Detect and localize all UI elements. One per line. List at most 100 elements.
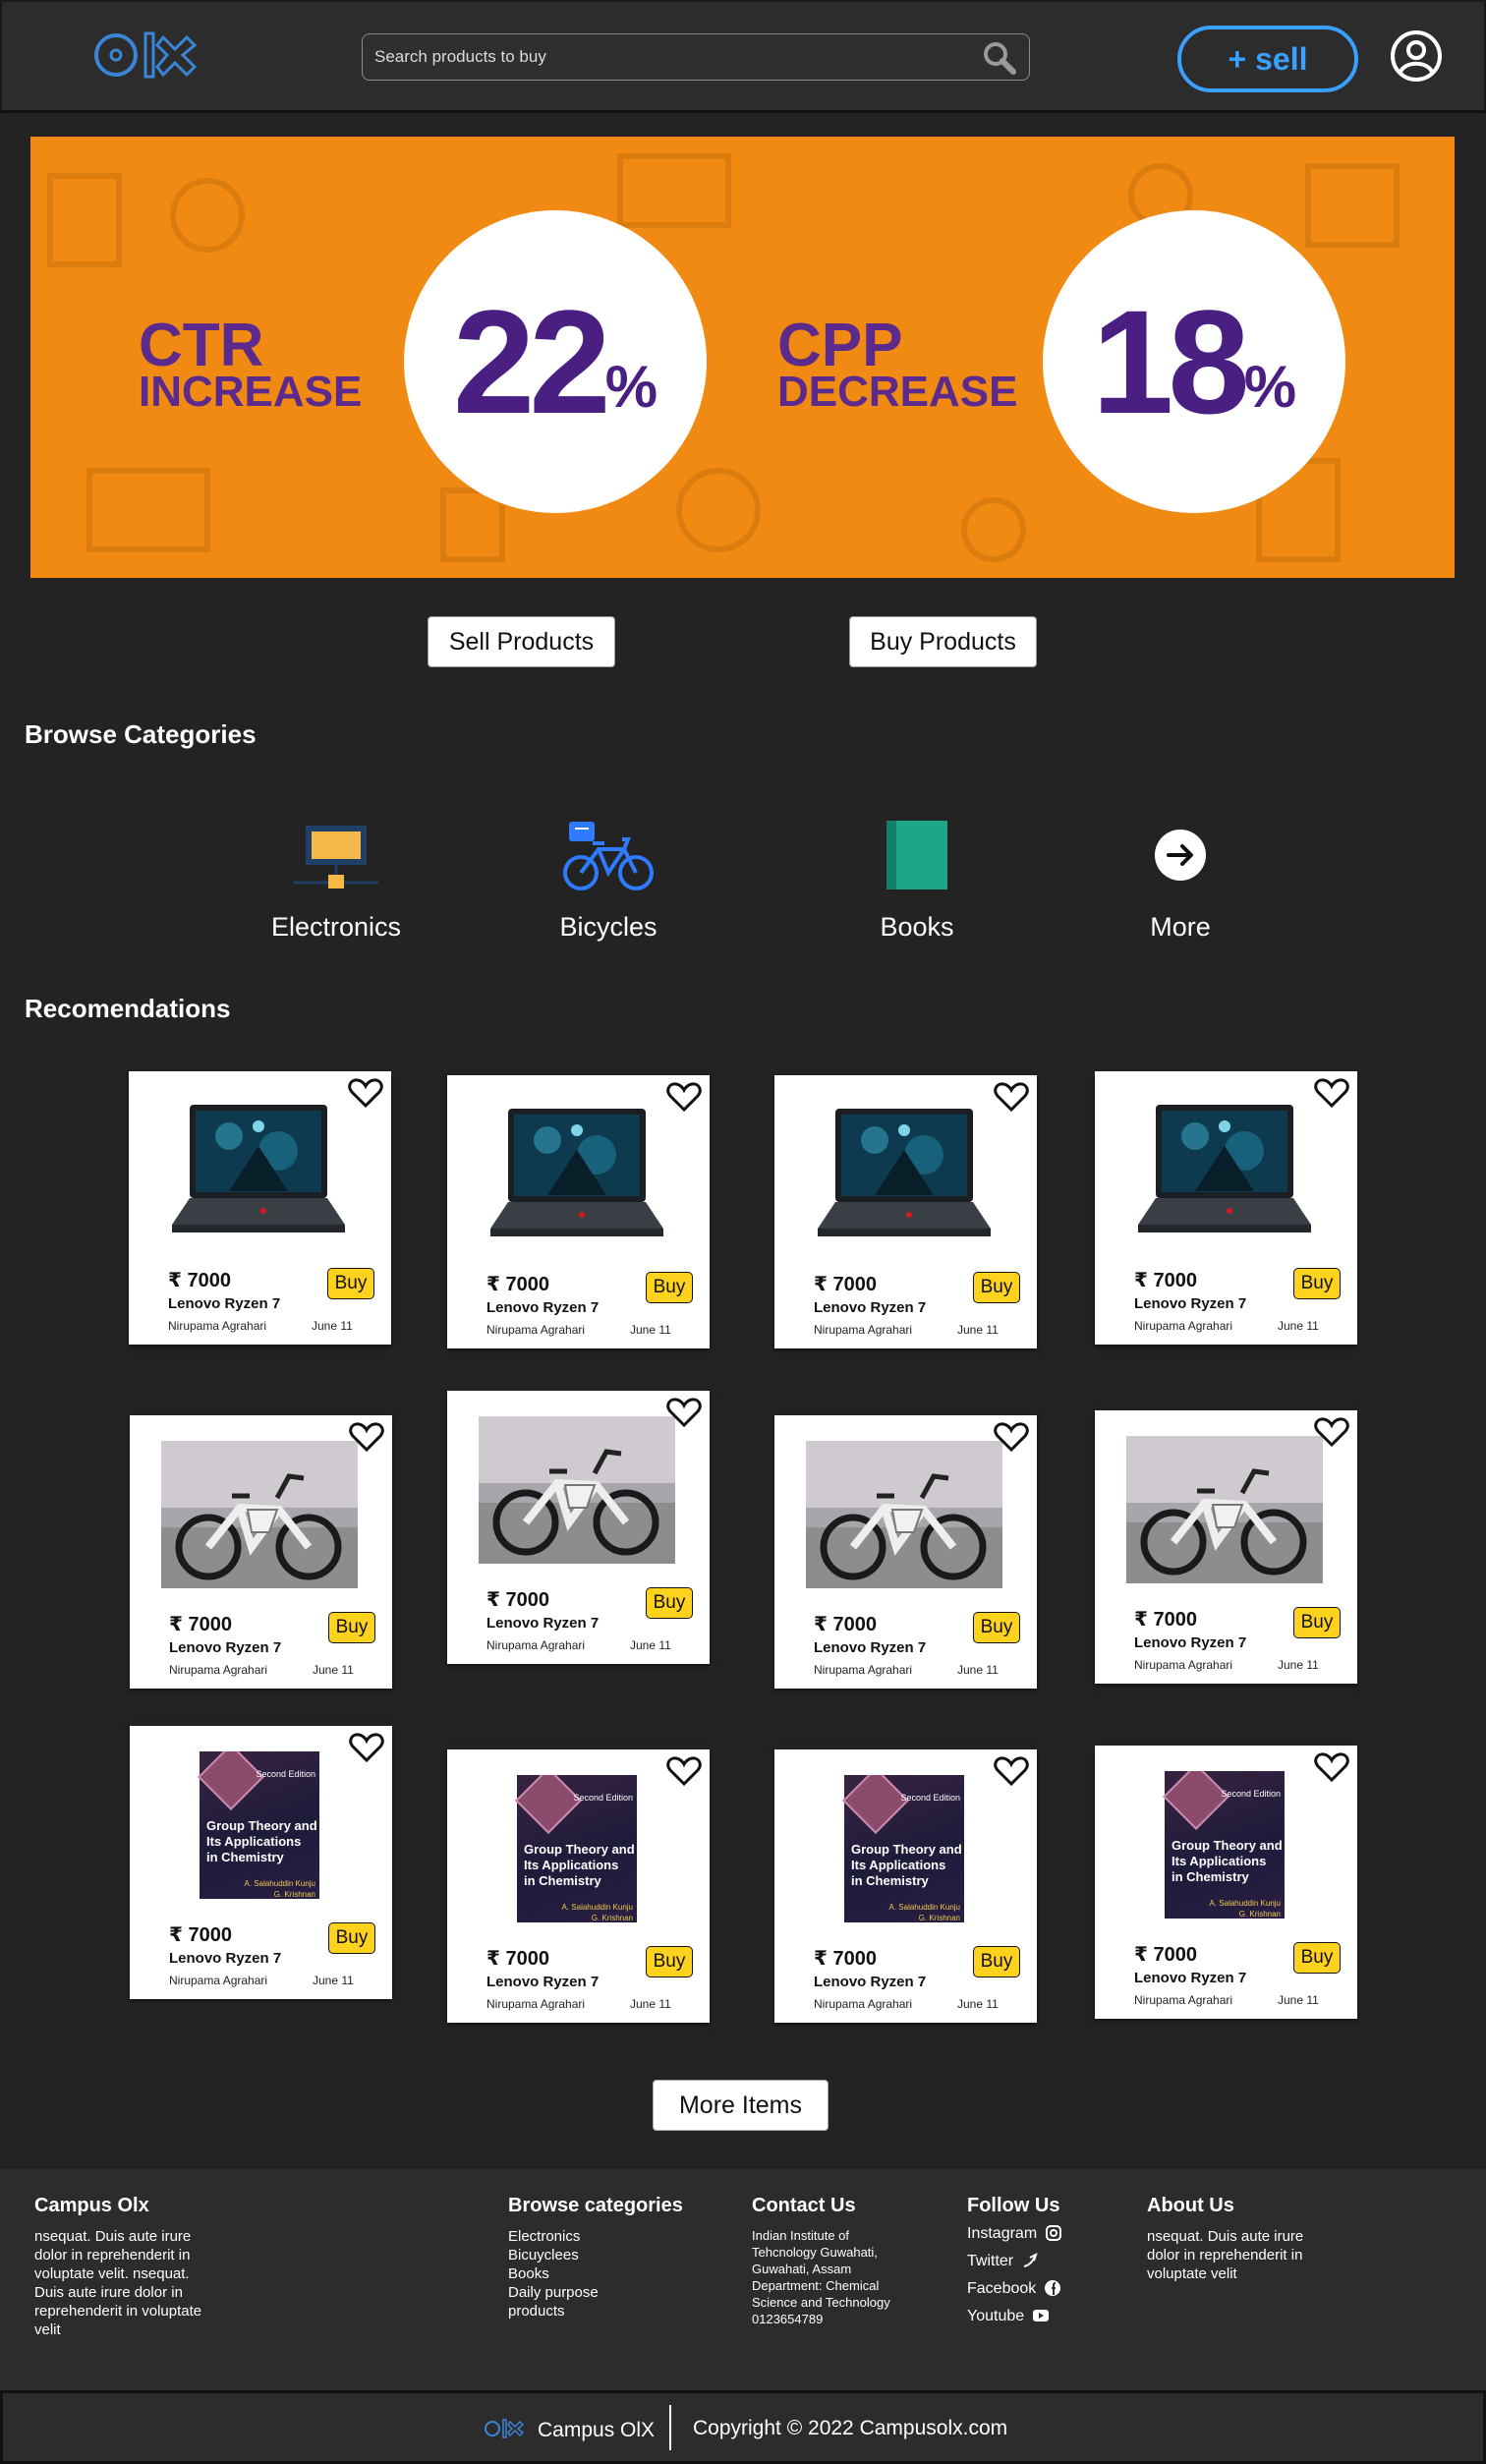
product-card[interactable]: Second Edition Group Theory and Its Appl… bbox=[774, 1749, 1037, 2023]
product-card[interactable]: ₹ 7000 Lenovo Ryzen 7 Nirupama Agrahari … bbox=[447, 1391, 710, 1664]
product-image[interactable] bbox=[161, 1441, 358, 1588]
product-image[interactable] bbox=[160, 1097, 357, 1244]
footer-address: Indian Institute of Tehcnology Guwahati,… bbox=[752, 2228, 878, 2276]
buy-products-button[interactable]: Buy Products bbox=[849, 616, 1037, 667]
buy-button[interactable]: Buy bbox=[328, 1612, 375, 1643]
search-input[interactable] bbox=[374, 42, 964, 72]
heart-icon[interactable] bbox=[994, 1421, 1029, 1453]
product-image[interactable]: Second Edition Group Theory and Its Appl… bbox=[479, 1775, 675, 1922]
footer: Campus Olx nsequat. Duis aute irure dolo… bbox=[0, 2169, 1486, 2390]
facebook-link[interactable]: Facebook bbox=[967, 2274, 1105, 2302]
product-image[interactable] bbox=[806, 1441, 1002, 1588]
sell-products-button[interactable]: Sell Products bbox=[428, 616, 615, 667]
buy-button[interactable]: Buy bbox=[646, 1587, 693, 1619]
product-title[interactable]: Lenovo Ryzen 7 bbox=[169, 1950, 281, 1967]
heart-icon[interactable] bbox=[1314, 1077, 1349, 1109]
product-seller: Nirupama Agrahari bbox=[169, 1663, 268, 1677]
search-icon[interactable] bbox=[980, 39, 1019, 77]
buy-button[interactable]: Buy bbox=[646, 1272, 693, 1303]
category-electronics[interactable]: Electronics bbox=[238, 816, 434, 943]
heart-icon[interactable] bbox=[994, 1755, 1029, 1787]
product-card[interactable]: Second Edition Group Theory and Its Appl… bbox=[1095, 1746, 1357, 2019]
product-card[interactable]: ₹ 7000 Lenovo Ryzen 7 Nirupama Agrahari … bbox=[1095, 1410, 1357, 1684]
product-image[interactable]: Second Edition Group Theory and Its Appl… bbox=[1126, 1771, 1323, 1919]
category-more[interactable]: More bbox=[1082, 816, 1279, 943]
footer-about-us: About Us nsequat. Duis aute irure dolor … bbox=[1147, 2196, 1304, 2283]
heart-icon[interactable] bbox=[349, 1421, 384, 1453]
instagram-icon bbox=[1046, 2225, 1062, 2241]
heart-icon[interactable] bbox=[1314, 1751, 1349, 1783]
product-card[interactable]: ₹ 7000 Lenovo Ryzen 7 Nirupama Agrahari … bbox=[447, 1075, 710, 1348]
heart-icon[interactable] bbox=[666, 1397, 702, 1428]
product-card[interactable]: Second Edition Group Theory and Its Appl… bbox=[447, 1749, 710, 2023]
buy-button[interactable]: Buy bbox=[973, 1946, 1020, 1977]
product-date: June 11 bbox=[313, 1663, 354, 1677]
buy-button[interactable]: Buy bbox=[1293, 1607, 1341, 1638]
footer-link[interactable]: Books bbox=[508, 2264, 705, 2283]
increase-label: INCREASE bbox=[139, 368, 363, 416]
buy-button[interactable]: Buy bbox=[327, 1268, 374, 1299]
sell-button[interactable]: + sell bbox=[1177, 26, 1358, 92]
product-title[interactable]: Lenovo Ryzen 7 bbox=[168, 1295, 280, 1312]
twitter-link[interactable]: Twitter bbox=[967, 2247, 1105, 2274]
category-bicycles[interactable]: Bicycles bbox=[510, 816, 707, 943]
more-items-button[interactable]: More Items bbox=[653, 2080, 829, 2131]
promo-banner[interactable]: CTR INCREASE 22 % CPP DECREASE 18 % bbox=[30, 137, 1455, 578]
bicycle-image bbox=[479, 1416, 675, 1564]
category-label: More bbox=[1150, 912, 1211, 942]
book-title-line: in Chemistry bbox=[851, 1873, 929, 1888]
footer-link[interactable]: Daily purpose products bbox=[508, 2283, 626, 2321]
heart-icon[interactable] bbox=[666, 1081, 702, 1113]
heart-icon[interactable] bbox=[349, 1732, 384, 1763]
product-title[interactable]: Lenovo Ryzen 7 bbox=[814, 1974, 926, 1990]
book-title-line: Group Theory and bbox=[206, 1818, 317, 1833]
product-title[interactable]: Lenovo Ryzen 7 bbox=[486, 1615, 599, 1632]
product-image[interactable]: Second Edition Group Theory and Its Appl… bbox=[806, 1775, 1002, 1922]
buy-button[interactable]: Buy bbox=[973, 1612, 1020, 1643]
product-title[interactable]: Lenovo Ryzen 7 bbox=[1134, 1970, 1246, 1986]
product-seller: Nirupama Agrahari bbox=[814, 1323, 913, 1337]
buy-button[interactable]: Buy bbox=[1293, 1942, 1341, 1974]
olx-logo[interactable] bbox=[484, 2417, 527, 2440]
category-books[interactable]: Books bbox=[819, 816, 1015, 943]
olx-logo[interactable] bbox=[92, 28, 202, 83]
buy-button[interactable]: Buy bbox=[1293, 1268, 1341, 1299]
product-image[interactable] bbox=[1126, 1097, 1323, 1244]
product-card[interactable]: Second Edition Group Theory and Its Appl… bbox=[130, 1726, 392, 1999]
product-title[interactable]: Lenovo Ryzen 7 bbox=[1134, 1634, 1246, 1651]
product-card[interactable]: ₹ 7000 Lenovo Ryzen 7 Nirupama Agrahari … bbox=[129, 1071, 391, 1345]
product-price: ₹ 7000 bbox=[1134, 1270, 1197, 1291]
user-profile-icon[interactable] bbox=[1390, 29, 1443, 83]
product-card[interactable]: ₹ 7000 Lenovo Ryzen 7 Nirupama Agrahari … bbox=[1095, 1071, 1357, 1345]
laptop-image bbox=[818, 1109, 991, 1236]
heart-icon[interactable] bbox=[994, 1081, 1029, 1113]
product-image[interactable] bbox=[479, 1416, 675, 1564]
product-image[interactable] bbox=[1126, 1436, 1323, 1583]
heart-icon[interactable] bbox=[1314, 1416, 1349, 1448]
heart-icon[interactable] bbox=[348, 1077, 383, 1109]
product-title[interactable]: Lenovo Ryzen 7 bbox=[814, 1639, 926, 1656]
product-card[interactable]: ₹ 7000 Lenovo Ryzen 7 Nirupama Agrahari … bbox=[774, 1415, 1037, 1689]
product-title[interactable]: Lenovo Ryzen 7 bbox=[486, 1974, 599, 1990]
footer-link[interactable]: Electronics bbox=[508, 2227, 705, 2246]
product-title[interactable]: Lenovo Ryzen 7 bbox=[169, 1639, 281, 1656]
product-title[interactable]: Lenovo Ryzen 7 bbox=[1134, 1295, 1246, 1312]
buy-button[interactable]: Buy bbox=[328, 1922, 375, 1954]
product-card[interactable]: ₹ 7000 Lenovo Ryzen 7 Nirupama Agrahari … bbox=[774, 1075, 1037, 1348]
product-title[interactable]: Lenovo Ryzen 7 bbox=[814, 1299, 926, 1316]
buy-button[interactable]: Buy bbox=[973, 1272, 1020, 1303]
product-image[interactable] bbox=[479, 1101, 675, 1248]
instagram-link[interactable]: Instagram bbox=[967, 2219, 1105, 2247]
product-image[interactable]: Second Edition Group Theory and Its Appl… bbox=[161, 1751, 358, 1899]
product-title[interactable]: Lenovo Ryzen 7 bbox=[486, 1299, 599, 1316]
buy-button[interactable]: Buy bbox=[646, 1946, 693, 1977]
product-price: ₹ 7000 bbox=[1134, 1609, 1197, 1631]
product-card[interactable]: ₹ 7000 Lenovo Ryzen 7 Nirupama Agrahari … bbox=[130, 1415, 392, 1689]
product-price: ₹ 7000 bbox=[814, 1614, 877, 1635]
heart-icon[interactable] bbox=[666, 1755, 702, 1787]
browse-categories-title: Browse Categories bbox=[25, 719, 257, 749]
footer-link[interactable]: Bicuyclees bbox=[508, 2246, 705, 2264]
youtube-link[interactable]: Youtube bbox=[967, 2302, 1105, 2329]
product-image[interactable] bbox=[806, 1101, 1002, 1248]
footer-browse: Browse categories Electronics Bicuyclees… bbox=[508, 2196, 705, 2321]
